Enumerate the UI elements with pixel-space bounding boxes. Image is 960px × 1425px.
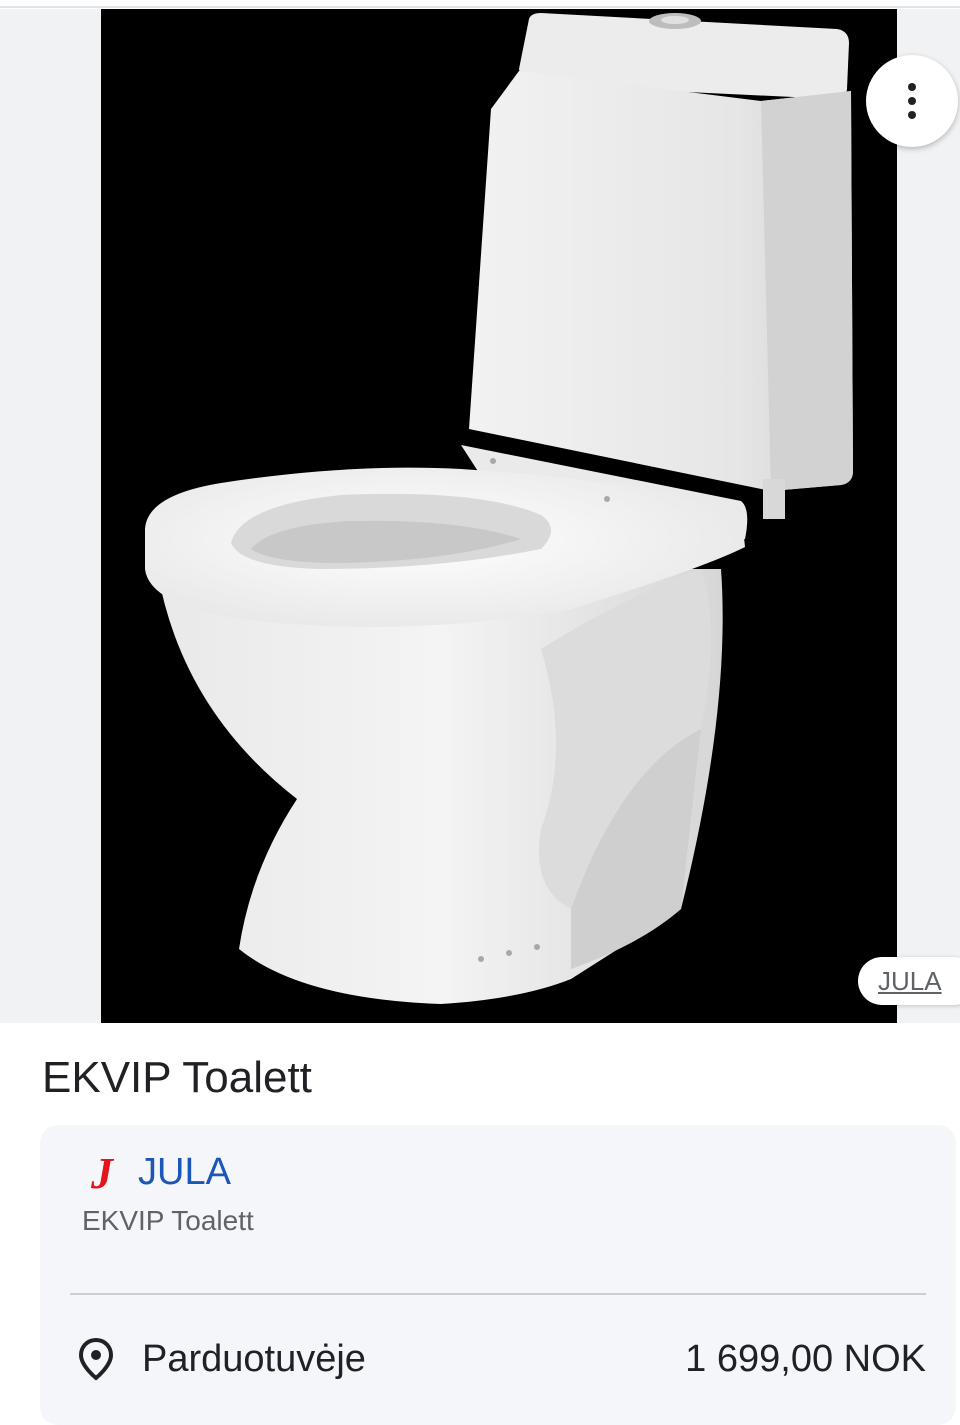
merchant-name[interactable]: JULA bbox=[138, 1147, 231, 1197]
offer-card[interactable]: J JULA EKVIP Toalett Parduotuvėje 1 699,… bbox=[40, 1125, 956, 1425]
offer-subtitle: EKVIP Toalett bbox=[82, 1205, 254, 1236]
more-vert-icon bbox=[908, 83, 916, 119]
merchant-logo-letter: J bbox=[90, 1150, 115, 1194]
offer-price: 1 699,00 NOK bbox=[685, 1338, 926, 1380]
offer-divider bbox=[70, 1293, 926, 1295]
product-image-viewer[interactable]: JULA bbox=[0, 9, 960, 1023]
merchant-logo: J bbox=[90, 1150, 115, 1194]
toilet-illustration bbox=[145, 13, 853, 1004]
product-title: EKVIP Toalett bbox=[42, 1053, 312, 1102]
product-image[interactable] bbox=[101, 9, 897, 1023]
location-pin-icon bbox=[78, 1337, 114, 1381]
availability-row: Parduotuvėje bbox=[78, 1331, 366, 1387]
top-divider bbox=[0, 0, 960, 8]
image-source-link[interactable]: JULA bbox=[858, 957, 960, 1005]
availability-label: Parduotuvėje bbox=[142, 1338, 366, 1380]
more-options-button[interactable] bbox=[866, 55, 958, 147]
merchant-row[interactable]: J JULA bbox=[80, 1147, 231, 1197]
